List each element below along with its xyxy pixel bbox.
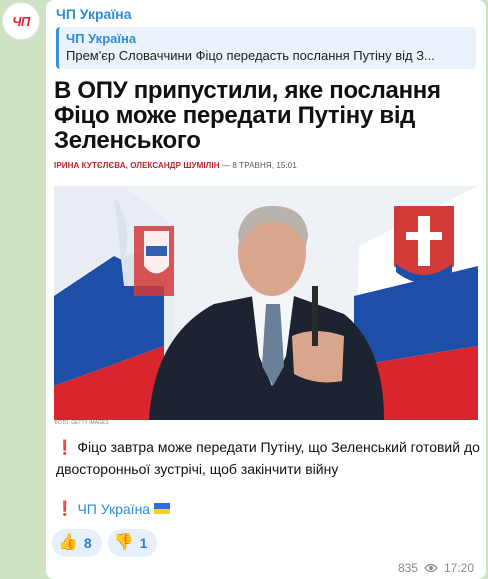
photo-credit: ФОТО: GETTY IMAGES <box>54 420 109 426</box>
signature-text[interactable]: ЧП Україна <box>77 501 150 517</box>
reaction-count: 8 <box>83 535 92 551</box>
reply-sender: ЧП Україна <box>66 31 137 46</box>
article-authors: ІРИНА КУТЄЛЄВА, ОЛЕКСАНДР ШУМІЛІН <box>54 161 220 170</box>
channel-signature[interactable]: ❗ ЧП Україна <box>56 500 171 517</box>
article-date: — 8 ТРАВНЯ, 15:01 <box>221 161 297 170</box>
reaction-count: 1 <box>139 535 148 551</box>
photo-illustration <box>54 186 478 420</box>
eye-icon <box>424 563 438 573</box>
thumbs-up-icon: 👍 <box>58 534 78 551</box>
message-caption: ❗ Фіцо завтра може передати Путіну, що З… <box>56 436 480 480</box>
article-photo[interactable] <box>54 186 478 420</box>
reactions-bar: 👍 8 👎 1 <box>52 529 158 557</box>
article-headline: В ОПУ припустили, яке послання Фіцо може… <box>54 78 441 154</box>
channel-avatar[interactable]: ЧП <box>2 2 40 40</box>
message-meta: 835 17:20 <box>398 561 474 575</box>
reply-text: Прем'єр Словаччини Фіцо передасть послан… <box>66 48 435 63</box>
view-count: 835 <box>397 561 418 575</box>
sender-name[interactable]: ЧП Україна <box>56 6 132 22</box>
article-preview[interactable]: В ОПУ припустили, яке послання Фіцо може… <box>54 78 478 426</box>
message-bubble: ЧП Україна ЧП Україна Прем'єр Словаччини… <box>46 0 486 579</box>
exclamation-icon: ❗ <box>56 500 74 516</box>
thumbs-down-icon: 👎 <box>113 534 134 551</box>
reply-quote[interactable]: ЧП Україна Прем'єр Словаччини Фіцо перед… <box>56 27 476 69</box>
exclamation-icon: ❗ <box>56 439 74 455</box>
avatar-text: ЧП <box>12 13 30 29</box>
message-time: 17:20 <box>443 561 474 575</box>
reaction-thumbs-down[interactable]: 👎 1 <box>107 529 158 557</box>
ukraine-flag-icon <box>154 503 171 514</box>
caption-text: Фіцо завтра може передати Путіну, що Зел… <box>56 439 480 477</box>
article-byline: ІРИНА КУТЄЛЄВА, ОЛЕКСАНДР ШУМІЛІН — 8 ТР… <box>54 161 478 170</box>
reaction-thumbs-up[interactable]: 👍 8 <box>52 529 102 557</box>
